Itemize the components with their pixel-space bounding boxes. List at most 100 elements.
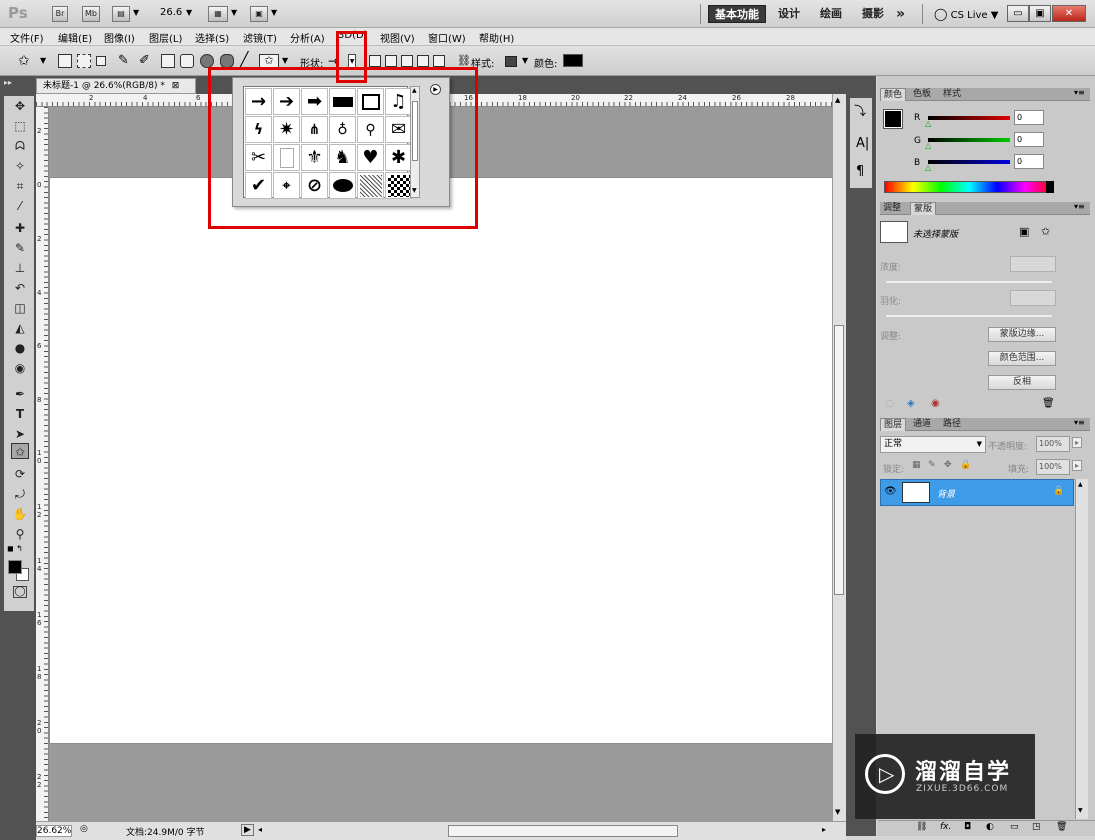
feather-input[interactable] — [1010, 290, 1056, 306]
maximize-button[interactable]: ▣ — [1029, 5, 1051, 22]
history-brush-icon[interactable]: ↶ — [11, 280, 29, 296]
eyedropper-icon[interactable]: ⁄ — [11, 198, 29, 214]
panel-menu-icon[interactable]: ▾≡ — [1074, 202, 1085, 211]
more-workspaces-button[interactable]: » — [896, 5, 905, 23]
polygon-icon[interactable] — [220, 54, 234, 68]
slider-handle-icon[interactable]: △ — [925, 141, 931, 150]
scroll-up-icon[interactable]: ▲ — [835, 96, 840, 104]
chevron-down-icon[interactable]: ▼ — [186, 8, 192, 17]
minimize-button[interactable]: ▭ — [1007, 5, 1029, 22]
tab-masks[interactable]: 蒙版 — [910, 202, 937, 215]
layers-scrollbar[interactable]: ▲ ▼ — [1075, 479, 1088, 819]
link-layers-icon[interactable]: ⛓ — [916, 822, 927, 832]
tab-styles[interactable]: 样式 — [940, 88, 964, 101]
quick-mask-icon[interactable]: ◯ — [13, 586, 27, 598]
spectrum-black[interactable] — [1046, 181, 1054, 193]
lock-position-icon[interactable]: ✥ — [944, 460, 952, 470]
density-input[interactable] — [1010, 256, 1056, 272]
menu-filter[interactable]: 滤镜(T) — [243, 30, 277, 45]
chevron-down-icon[interactable]: ▼ — [40, 56, 46, 65]
layer-row[interactable]: 👁 背景 🔒 — [880, 479, 1074, 506]
red-slider[interactable] — [928, 116, 1010, 120]
chevron-down-icon[interactable]: ▼ — [133, 8, 139, 17]
menu-window[interactable]: 窗口(W) — [428, 30, 466, 45]
status-zoom[interactable]: 26.62% — [36, 825, 72, 837]
red-value[interactable]: 0 — [1014, 110, 1044, 125]
chevron-down-icon[interactable]: ▼ — [282, 56, 288, 65]
layer-name[interactable]: 背景 — [937, 487, 955, 500]
tab-layers[interactable]: 图层 — [880, 418, 907, 431]
menu-image[interactable]: 图像(I) — [104, 30, 135, 45]
bridge-button[interactable]: Br — [52, 6, 68, 22]
color-foreground-swatch[interactable] — [883, 109, 903, 129]
blur-tool-icon[interactable]: ● — [11, 340, 29, 356]
slider-handle-icon[interactable]: △ — [925, 163, 931, 172]
slider-handle-icon[interactable]: △ — [925, 119, 931, 128]
crop-tool-icon[interactable]: ⌗ — [11, 178, 29, 194]
color-range-button[interactable]: 颜色范围... — [988, 351, 1056, 366]
arrange-documents-icon[interactable]: ▦ — [208, 6, 228, 22]
menu-edit[interactable]: 编辑(E) — [58, 30, 92, 45]
paths-icon[interactable] — [77, 54, 91, 68]
blue-slider[interactable] — [928, 160, 1010, 164]
lock-all-icon[interactable]: 🔒 — [960, 460, 971, 470]
lock-transparent-icon[interactable]: ▦ — [912, 460, 921, 470]
scroll-thumb[interactable] — [834, 325, 844, 595]
dodge-tool-icon[interactable]: ◉ — [11, 360, 29, 376]
foreground-color-swatch[interactable] — [8, 560, 22, 574]
pen-icon[interactable]: ✎ — [118, 53, 129, 68]
panel-menu-icon[interactable]: ▾≡ — [1074, 418, 1085, 427]
mini-bridge-button[interactable]: Mb — [82, 6, 100, 22]
custom-shape-tool-icon[interactable]: ✩ — [11, 443, 29, 459]
fill-input[interactable]: 100% — [1036, 459, 1070, 475]
opacity-input[interactable]: 100% — [1036, 436, 1070, 452]
blue-value[interactable]: 0 — [1014, 154, 1044, 169]
close-tab-icon[interactable]: ⊠ — [172, 81, 180, 91]
new-group-icon[interactable]: ▭ — [1010, 822, 1019, 832]
eraser-icon[interactable]: ◫ — [11, 300, 29, 316]
eye-icon[interactable]: 👁 — [884, 486, 897, 497]
opacity-slider-button[interactable]: ▸ — [1072, 437, 1083, 448]
link-icon[interactable]: ⛓ — [457, 54, 471, 67]
workspace-photography[interactable]: 摄影 — [862, 5, 884, 23]
document-canvas[interactable] — [50, 178, 832, 743]
scroll-up-icon[interactable]: ▲ — [1078, 481, 1083, 488]
tab-channels[interactable]: 通道 — [910, 418, 934, 431]
spectrum-bar[interactable] — [884, 181, 1054, 193]
add-mask-icon[interactable]: ◘ — [964, 822, 971, 832]
horizontal-scroll-thumb[interactable] — [448, 825, 678, 837]
disable-mask-icon[interactable]: ◉ — [931, 398, 940, 409]
chevron-down-icon[interactable]: ▼ — [231, 8, 237, 17]
scroll-left-icon[interactable]: ◂ — [258, 825, 262, 834]
custom-shape-tool-icon[interactable]: ✩ — [18, 53, 30, 69]
type-tool-icon[interactable]: T — [11, 406, 29, 422]
status-info-icon[interactable]: ◎ — [80, 824, 88, 834]
history-panel-icon[interactable]: ⤵ — [854, 102, 866, 119]
intersect-shape-icon[interactable] — [417, 55, 429, 67]
quick-select-icon[interactable]: ✧ — [11, 158, 29, 174]
workspace-design[interactable]: 设计 — [778, 5, 800, 23]
fill-slider-button[interactable]: ▸ — [1072, 460, 1083, 471]
scroll-right-icon[interactable]: ▸ — [822, 825, 826, 834]
subtract-shape-icon[interactable] — [401, 55, 413, 67]
menu-file[interactable]: 文件(F) — [10, 30, 44, 45]
load-selection-icon[interactable]: ◌ — [886, 399, 894, 409]
pen-tool-icon[interactable]: ✒ — [11, 386, 29, 402]
fill-pixels-icon[interactable] — [96, 56, 106, 66]
scroll-down-icon[interactable]: ▼ — [1078, 807, 1083, 814]
lasso-tool-icon[interactable]: ᗣ — [11, 138, 29, 154]
view-extras-icon[interactable]: ▤ — [112, 6, 130, 22]
fx-icon[interactable]: fx. — [940, 822, 951, 832]
path-select-icon[interactable]: ➤ — [11, 426, 29, 442]
document-tab[interactable]: 未标题-1 @ 26.6%(RGB/8) * ⊠ — [36, 78, 196, 94]
blend-mode-select[interactable]: 正常 ▼ — [880, 436, 986, 453]
delete-layer-icon[interactable]: 🗑 — [1056, 822, 1067, 832]
tab-swatches[interactable]: 色板 — [910, 88, 934, 101]
green-slider[interactable] — [928, 138, 1010, 142]
rectangle-tool-icon[interactable] — [161, 54, 175, 68]
style-swatch[interactable] — [505, 56, 517, 67]
green-value[interactable]: 0 — [1014, 132, 1044, 147]
tab-paths[interactable]: 路径 — [940, 418, 964, 431]
line-icon[interactable]: ╱ — [240, 52, 248, 68]
freeform-pen-icon[interactable]: ✐ — [139, 53, 150, 68]
